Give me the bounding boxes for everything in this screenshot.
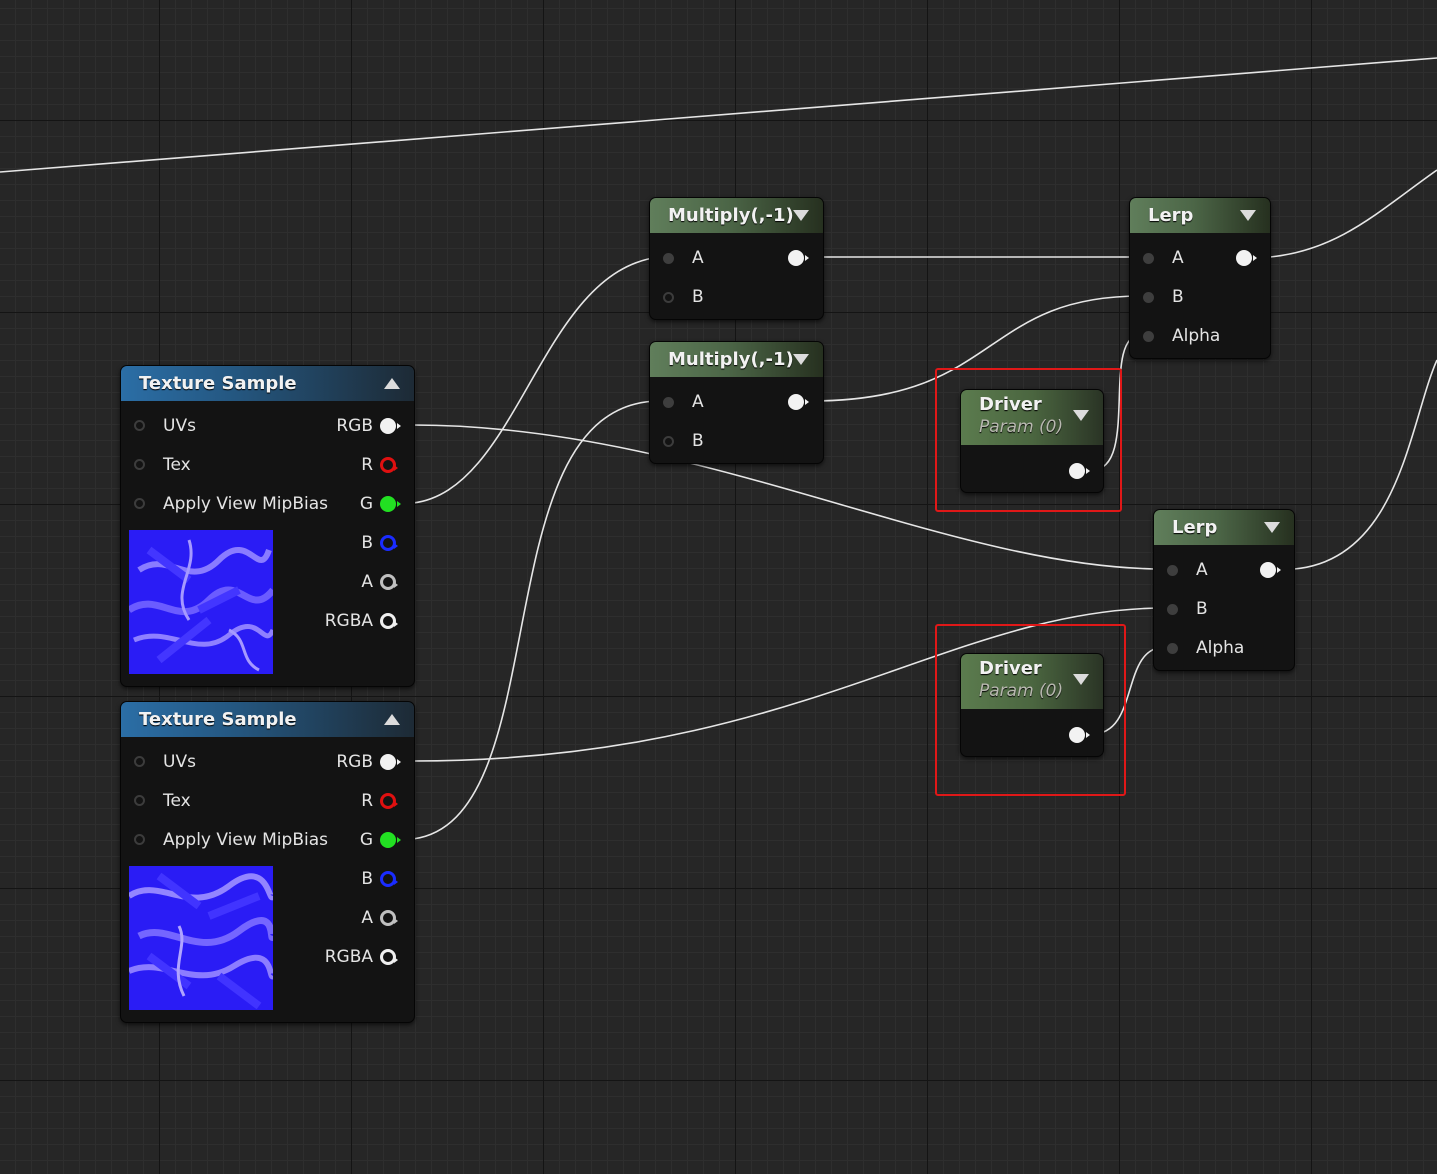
b-input-pin[interactable] [663, 436, 674, 447]
node-header[interactable]: Lerp [1154, 510, 1294, 545]
multiply-node-2[interactable]: Multiply(,-1) A B [649, 341, 824, 464]
g-label: G [359, 830, 373, 850]
wire-tex1-g-to-mul1-a [412, 256, 661, 504]
node-title: Texture Sample [139, 373, 297, 394]
g-output-pin[interactable] [380, 496, 401, 512]
output-pin[interactable] [1069, 463, 1090, 479]
a-input-pin[interactable] [1143, 253, 1154, 264]
a-input-pin[interactable] [663, 397, 674, 408]
tex-input-pin[interactable] [134, 459, 145, 470]
wire-lerp2-out [1293, 359, 1437, 570]
alpha-label: Alpha [1172, 326, 1221, 346]
a-label: A [361, 572, 373, 592]
r-label: R [361, 791, 373, 811]
node-title: Texture Sample [139, 709, 297, 730]
b-output-pin[interactable] [380, 871, 398, 887]
expand-arrow-icon[interactable] [1073, 674, 1089, 685]
node-header[interactable]: Driver Param (0) [961, 390, 1103, 445]
normal-map-thumbnail [129, 530, 273, 674]
uvs-label: UVs [163, 752, 196, 772]
b-label: B [692, 287, 704, 307]
node-header[interactable]: Texture Sample [121, 702, 414, 737]
output-pin[interactable] [1236, 250, 1257, 266]
expand-arrow-icon[interactable] [1264, 522, 1280, 533]
tex-label: Tex [163, 455, 191, 475]
expand-arrow-icon[interactable] [793, 210, 809, 221]
mipbias-input-pin[interactable] [134, 834, 145, 845]
r-output-pin[interactable] [380, 793, 398, 809]
b-input-pin[interactable] [1143, 292, 1154, 303]
rgb-output-pin[interactable] [380, 418, 401, 434]
b-label: B [361, 533, 373, 553]
a-output-pin[interactable] [380, 910, 398, 926]
b-label: B [1196, 599, 1208, 619]
rgb-output-pin[interactable] [380, 754, 401, 770]
node-header[interactable]: Texture Sample [121, 366, 414, 401]
output-pin[interactable] [1260, 562, 1281, 578]
rgba-label: RGBA [324, 611, 373, 631]
normal-map-thumbnail [129, 866, 273, 1010]
b-output-pin[interactable] [380, 535, 398, 551]
uvs-label: UVs [163, 416, 196, 436]
node-title: Multiply(,-1) [668, 205, 794, 226]
mipbias-input-pin[interactable] [134, 498, 145, 509]
node-title: Lerp [1148, 205, 1194, 226]
rgba-label: RGBA [324, 947, 373, 967]
expand-arrow-icon[interactable] [1073, 410, 1089, 421]
b-label: B [1172, 287, 1184, 307]
driver-param-node-1[interactable]: Driver Param (0) [960, 389, 1104, 493]
b-input-pin[interactable] [663, 292, 674, 303]
node-header[interactable]: Lerp [1130, 198, 1270, 233]
b-label: B [361, 869, 373, 889]
a-label: A [1172, 248, 1184, 268]
rgb-label: RGB [336, 752, 373, 772]
tex-input-pin[interactable] [134, 795, 145, 806]
texture-sample-node-1[interactable]: Texture Sample UVs Tex Apply View MipBia… [120, 365, 415, 687]
node-header[interactable]: Multiply(,-1) [650, 342, 823, 377]
g-output-pin[interactable] [380, 832, 401, 848]
a-label: A [692, 248, 704, 268]
rgba-output-pin[interactable] [380, 949, 398, 965]
alpha-label: Alpha [1196, 638, 1245, 658]
wire-tex2-g-to-mul2-a [412, 400, 661, 840]
r-label: R [361, 455, 373, 475]
multiply-node-1[interactable]: Multiply(,-1) A B [649, 197, 824, 320]
a-label: A [1196, 560, 1208, 580]
output-pin[interactable] [788, 250, 809, 266]
wire-lerp1-out [1269, 169, 1437, 258]
a-input-pin[interactable] [1167, 565, 1178, 576]
node-title: Multiply(,-1) [668, 349, 794, 370]
mipbias-label: Apply View MipBias [163, 830, 328, 850]
alpha-input-pin[interactable] [1167, 643, 1178, 654]
r-output-pin[interactable] [380, 457, 398, 473]
a-label: A [361, 908, 373, 928]
expand-arrow-icon[interactable] [793, 354, 809, 365]
uvs-input-pin[interactable] [134, 756, 145, 767]
expand-arrow-icon[interactable] [1240, 210, 1256, 221]
rgb-label: RGB [336, 416, 373, 436]
wire-offscreen-long [0, 57, 1437, 173]
rgba-output-pin[interactable] [380, 613, 398, 629]
lerp-node-1[interactable]: Lerp A B Alpha [1129, 197, 1271, 359]
collapse-arrow-icon[interactable] [384, 714, 400, 725]
a-output-pin[interactable] [380, 574, 398, 590]
b-label: B [692, 431, 704, 451]
lerp-node-2[interactable]: Lerp A B Alpha [1153, 509, 1295, 671]
tex-label: Tex [163, 791, 191, 811]
mipbias-label: Apply View MipBias [163, 494, 328, 514]
a-input-pin[interactable] [663, 253, 674, 264]
a-label: A [692, 392, 704, 412]
node-header[interactable]: Driver Param (0) [961, 654, 1103, 709]
driver-param-node-2[interactable]: Driver Param (0) [960, 653, 1104, 757]
output-pin[interactable] [788, 394, 809, 410]
node-header[interactable]: Multiply(,-1) [650, 198, 823, 233]
node-title: Lerp [1172, 517, 1218, 538]
b-input-pin[interactable] [1167, 604, 1178, 615]
g-label: G [359, 494, 373, 514]
texture-sample-node-2[interactable]: Texture Sample UVs Tex Apply View MipBia… [120, 701, 415, 1023]
output-pin[interactable] [1069, 727, 1090, 743]
collapse-arrow-icon[interactable] [384, 378, 400, 389]
uvs-input-pin[interactable] [134, 420, 145, 431]
alpha-input-pin[interactable] [1143, 331, 1154, 342]
